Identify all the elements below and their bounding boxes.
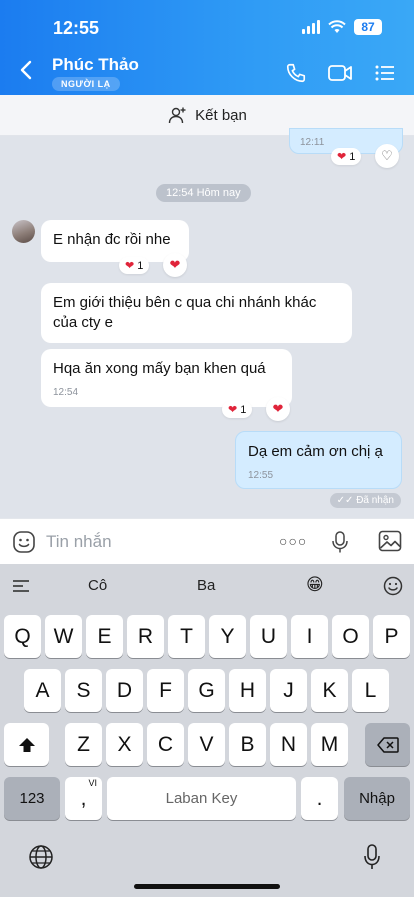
key-w[interactable]: W bbox=[45, 615, 82, 658]
chat-header: 12:55 87 Phúc Thảo NGƯỜI LẠ bbox=[0, 0, 414, 95]
suggestion-item[interactable]: Cô bbox=[88, 577, 107, 594]
keyboard: Cô Ba 😁 Q W E R T Y U I O P A S D F G H … bbox=[0, 564, 414, 897]
period-key[interactable]: . bbox=[301, 777, 338, 820]
received-status: ✓✓ Đã nhận bbox=[329, 493, 401, 508]
reaction-count[interactable]: ❤ 1 bbox=[222, 401, 253, 418]
signal-icon bbox=[302, 20, 320, 34]
message-text: Em giới thiệu bên c qua chi nhánh khác c… bbox=[53, 294, 317, 331]
message-bubble-incoming[interactable]: Hqa ăn xong mấy bạn khen quá 12:54 bbox=[41, 349, 292, 407]
comma-label: , bbox=[80, 786, 87, 810]
key-o[interactable]: O bbox=[332, 615, 369, 658]
space-key[interactable]: Laban Key bbox=[107, 777, 296, 820]
message-text: Hqa ăn xong mấy bạn khen quá bbox=[53, 360, 266, 377]
more-options-icon[interactable]: ○○○ bbox=[279, 533, 307, 549]
key-u[interactable]: U bbox=[250, 615, 287, 658]
key-k[interactable]: K bbox=[311, 669, 348, 712]
key-p[interactable]: P bbox=[373, 615, 410, 658]
key-m[interactable]: M bbox=[311, 723, 348, 766]
key-l[interactable]: L bbox=[352, 669, 389, 712]
message-input-bar: Tin nhắn ○○○ bbox=[0, 518, 414, 564]
key-i[interactable]: I bbox=[291, 615, 328, 658]
wifi-icon bbox=[328, 20, 346, 33]
message-bubble-incoming[interactable]: Em giới thiệu bên c qua chi nhánh khác c… bbox=[41, 283, 352, 343]
phone-icon[interactable] bbox=[285, 62, 307, 84]
key-a[interactable]: A bbox=[24, 669, 61, 712]
keyboard-menu-icon[interactable] bbox=[12, 579, 30, 593]
language-label: VI bbox=[88, 778, 97, 788]
stranger-badge: NGƯỜI LẠ bbox=[52, 77, 120, 91]
voice-input-icon[interactable] bbox=[331, 530, 349, 554]
key-n[interactable]: N bbox=[270, 723, 307, 766]
message-bubble-outgoing[interactable]: Dạ em cảm ơn chị ạ 12:55 bbox=[235, 431, 402, 489]
message-text: Dạ em cảm ơn chị ạ bbox=[248, 443, 383, 460]
key-s[interactable]: S bbox=[65, 669, 102, 712]
key-x[interactable]: X bbox=[106, 723, 143, 766]
key-g[interactable]: G bbox=[188, 669, 225, 712]
suggestion-item[interactable]: Ba bbox=[197, 577, 215, 594]
suggestion-bar: Cô Ba 😁 bbox=[0, 564, 414, 606]
key-b[interactable]: B bbox=[229, 723, 266, 766]
date-separator: 12:54 Hôm nay bbox=[156, 184, 251, 202]
key-d[interactable]: D bbox=[106, 669, 143, 712]
key-y[interactable]: Y bbox=[209, 615, 246, 658]
message-text: E nhận đc rồi nhe bbox=[53, 231, 171, 248]
back-arrow-icon[interactable] bbox=[18, 60, 34, 80]
heart-icon: ❤ bbox=[337, 151, 347, 163]
key-c[interactable]: C bbox=[147, 723, 184, 766]
heart-icon: ❤ bbox=[125, 260, 135, 272]
key-e[interactable]: E bbox=[86, 615, 123, 658]
message-time: 12:55 bbox=[248, 470, 274, 481]
key-z[interactable]: Z bbox=[65, 723, 102, 766]
key-f[interactable]: F bbox=[147, 669, 184, 712]
globe-icon[interactable] bbox=[28, 844, 54, 870]
reaction-count[interactable]: ❤ 1 bbox=[331, 148, 362, 165]
shift-icon bbox=[18, 737, 35, 752]
numbers-key[interactable]: 123 bbox=[4, 777, 60, 820]
status-icons: 87 bbox=[302, 19, 382, 35]
key-h[interactable]: H bbox=[229, 669, 266, 712]
home-indicator[interactable] bbox=[134, 884, 280, 889]
add-friend-label: Kết bạn bbox=[195, 106, 247, 124]
double-check-icon: ✓✓ bbox=[336, 495, 354, 506]
key-v[interactable]: V bbox=[188, 723, 225, 766]
emoji-icon[interactable] bbox=[383, 576, 403, 596]
key-q[interactable]: Q bbox=[4, 615, 41, 658]
image-picker-icon[interactable] bbox=[378, 530, 402, 552]
enter-key[interactable]: Nhập bbox=[344, 777, 410, 820]
sticker-icon[interactable] bbox=[12, 530, 36, 554]
status-time: 12:55 bbox=[53, 18, 100, 38]
message-input[interactable]: Tin nhắn bbox=[46, 532, 112, 552]
heart-reaction-icon[interactable]: ❤ bbox=[266, 397, 290, 421]
heart-reaction-icon[interactable]: ❤ bbox=[163, 253, 187, 277]
message-list[interactable]: 12:11 ❤ 1 ♡ 12:54 Hôm nay E nhận đc rồi n… bbox=[0, 128, 414, 518]
add-user-icon bbox=[168, 107, 186, 124]
backspace-icon bbox=[376, 736, 399, 753]
backspace-key[interactable] bbox=[365, 723, 410, 766]
dictation-mic-icon[interactable] bbox=[363, 843, 381, 871]
menu-list-icon[interactable] bbox=[374, 62, 396, 84]
suggestion-item[interactable]: 😁 bbox=[306, 575, 324, 595]
message-time: 12:54 bbox=[53, 387, 79, 398]
key-t[interactable]: T bbox=[168, 615, 205, 658]
heart-icon: ❤ bbox=[228, 404, 238, 416]
heart-outline-icon[interactable]: ♡ bbox=[375, 144, 399, 168]
shift-key[interactable] bbox=[4, 723, 49, 766]
reaction-count[interactable]: ❤ 1 bbox=[119, 257, 150, 274]
comma-key[interactable]: VI , bbox=[65, 777, 102, 820]
contact-name[interactable]: Phúc Thảo bbox=[52, 55, 139, 75]
battery-indicator: 87 bbox=[354, 19, 382, 35]
video-call-icon[interactable] bbox=[327, 62, 353, 84]
key-j[interactable]: J bbox=[270, 669, 307, 712]
key-r[interactable]: R bbox=[127, 615, 164, 658]
avatar[interactable] bbox=[12, 220, 35, 243]
